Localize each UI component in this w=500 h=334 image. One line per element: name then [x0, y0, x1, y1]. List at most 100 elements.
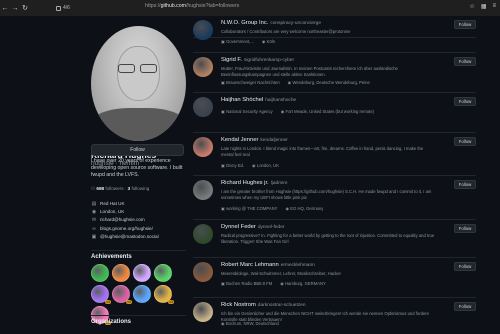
follower-name[interactable]: Haijhan Shöchel: [221, 97, 263, 103]
achievement-badge[interactable]: [112, 264, 130, 282]
follower-avatar[interactable]: [193, 224, 213, 244]
follower-avatar[interactable]: [193, 97, 213, 117]
follower-name-row[interactable]: Dynnel Feder dynnel-feder: [221, 224, 284, 230]
back-icon[interactable]: ←: [0, 5, 10, 12]
follower-bio: I am the greater brother from Hughsie (h…: [221, 189, 432, 200]
follower-login[interactable]: conspiracy-unconcierge: [270, 21, 321, 26]
follower-name-row[interactable]: Richard Hughes jr. ljadmire: [221, 180, 287, 186]
follow-user-button[interactable]: Follow: [454, 20, 476, 29]
follower-name[interactable]: Robert Marc Lehmann: [221, 262, 279, 268]
tab-counter[interactable]: 4/6: [56, 5, 70, 11]
follower-meta: ▣ working @ THE COMPANY ◉ EG HQ, Germany: [221, 206, 331, 211]
follower-company: ▣ working @ THE COMPANY: [221, 206, 278, 211]
achievement-badge[interactable]: [133, 264, 151, 282]
divider: [193, 92, 476, 93]
link-icon: ∞: [92, 225, 96, 232]
follower-login[interactable]: ermecklehmann: [281, 263, 315, 268]
divider: [91, 250, 186, 251]
follower-name-row[interactable]: Rick Nostrom darknostrar-schuetzen: [221, 302, 306, 308]
following-link[interactable]: 3 following: [128, 186, 150, 191]
bookmark-icon[interactable]: ☆: [469, 3, 474, 10]
follower-company: ▣ Divny Ed.: [221, 163, 245, 168]
profile-email[interactable]: richard@hughsie.com: [100, 216, 145, 224]
follower-company: ▣ Government,...: [221, 39, 254, 44]
profile-company: Red Hat UK: [100, 201, 125, 206]
follow-user-button[interactable]: Follow: [454, 302, 476, 311]
follower-name[interactable]: Richard Hughes jr.: [221, 180, 269, 186]
follower-avatar[interactable]: [193, 20, 213, 40]
follow-user-button[interactable]: Follow: [454, 224, 476, 233]
follower-avatar[interactable]: [193, 302, 213, 322]
browser-toolbar: ← → ↻ 4/6 https://github.com/hughsie?tab…: [0, 0, 500, 16]
achievement-badge[interactable]: x3: [154, 285, 174, 304]
follower-meta: ▣ Government,... ◉ Köln: [221, 39, 283, 44]
followers-link[interactable]: 698 followers: [96, 186, 123, 191]
follower-bio: Radical progressive? In. Fighting for a …: [221, 233, 435, 244]
follower-location: ◉ Bochum, NRW, Deutschland: [221, 321, 279, 326]
follower-company: ▣ Braunschweiger Nachrichten: [221, 80, 280, 85]
follower-login[interactable]: ljadmire: [271, 181, 288, 186]
profile-mastodon[interactable]: @hughsie@mastodon.social: [100, 233, 159, 241]
follower-location: ◉ Hamburg, GERMANY: [280, 281, 326, 286]
follower-login[interactable]: sigridfuhrenkamp-cyber: [244, 58, 294, 63]
achievement-badge[interactable]: [154, 264, 172, 282]
follower-name-row[interactable]: Sigrid F. sigridfuhrenkamp-cyber: [221, 57, 294, 63]
achievement-badge[interactable]: x4: [112, 285, 132, 304]
follower-avatar[interactable]: [193, 57, 213, 77]
follower-name-row[interactable]: Kendal Jenner kendaljenner: [221, 137, 288, 143]
follower-location: ◉ London, UK: [252, 163, 279, 168]
address-bar[interactable]: https://github.com/hughsie?tab=followers: [145, 3, 239, 9]
follow-user-button[interactable]: Follow: [454, 57, 476, 66]
achievement-badge[interactable]: [91, 264, 109, 282]
follow-user-button[interactable]: Follow: [454, 137, 476, 146]
organization-icon: ▤: [91, 201, 97, 207]
follower-name-row[interactable]: Robert Marc Lehmann ermecklehmann: [221, 262, 315, 268]
tabs-icon: [56, 5, 61, 11]
follower-name[interactable]: Kendal Jenner: [221, 137, 258, 143]
follower-name[interactable]: N.W.O. Group Inc.: [221, 20, 268, 26]
divider: [193, 219, 476, 220]
divider: [193, 52, 476, 53]
achievement-count: x3: [168, 300, 174, 304]
reload-icon[interactable]: ↻: [20, 4, 30, 12]
follower-bio: Collaborators / Contributors are very we…: [221, 29, 351, 34]
achievement-badge[interactable]: [133, 285, 151, 303]
follow-button[interactable]: Follow: [91, 144, 184, 156]
mastodon-icon: ▣: [91, 233, 97, 240]
follower-avatar[interactable]: [193, 137, 213, 157]
follower-meta: ◉ Bochum, NRW, Deutschland: [221, 321, 287, 326]
follower-login[interactable]: dynnel-feder: [258, 225, 285, 230]
menu-icon[interactable]: ≡: [492, 3, 496, 10]
follower-bio: Meeresbiologe, Wal-Schwimmer, Lehrer, Mu…: [221, 271, 341, 276]
follower-login[interactable]: darknostrar-schuetzen: [258, 303, 306, 308]
list-top-border: [193, 37, 476, 38]
follow-user-button[interactable]: Follow: [454, 180, 476, 189]
follower-name-row[interactable]: N.W.O. Group Inc. conspiracy-unconcierge: [221, 20, 321, 26]
extensions-icon[interactable]: ▦: [481, 3, 487, 10]
achievement-badge[interactable]: x4: [91, 285, 111, 304]
follower-login[interactable]: kendaljenner: [260, 138, 287, 143]
follower-company: ▣ Buchen Radio BB8.8 FM: [221, 281, 273, 286]
follower-avatar[interactable]: [193, 180, 213, 200]
profile-stats: ⚇ 698 followers · 3 following: [91, 186, 150, 191]
profile-avatar: [91, 26, 186, 141]
mail-icon: ✉: [91, 217, 97, 224]
follower-name[interactable]: Rick Nostrom: [221, 302, 256, 308]
follower-name[interactable]: Sigrid F.: [221, 57, 242, 63]
follower-location: ◉ Fort Meade, United States (but working…: [280, 109, 374, 114]
follow-user-button[interactable]: Follow: [454, 97, 476, 106]
follower-avatar[interactable]: [193, 262, 213, 282]
divider: [193, 297, 476, 298]
follow-user-button[interactable]: Follow: [454, 262, 476, 271]
location-icon: ◉: [91, 209, 97, 216]
profile-details: ▤ Red Hat UK ◉ London, UK ✉ richard@hughsie…: [91, 200, 159, 241]
divider: [193, 132, 476, 133]
follower-location: ◉ Köln: [261, 39, 276, 44]
follower-name-row[interactable]: Haijhan Shöchel haijhanshoche: [221, 97, 296, 103]
follower-login[interactable]: haijhanshoche: [265, 98, 296, 103]
follower-name[interactable]: Dynnel Feder: [221, 224, 256, 230]
profile-bio: I have over 20 years of experience devel…: [91, 158, 183, 179]
profile-blog[interactable]: blogs.gnome.org/hughsie/: [100, 225, 153, 233]
follower-meta: ▣ Divny Ed. ◉ London, UK: [221, 163, 287, 168]
forward-icon[interactable]: →: [10, 5, 20, 12]
